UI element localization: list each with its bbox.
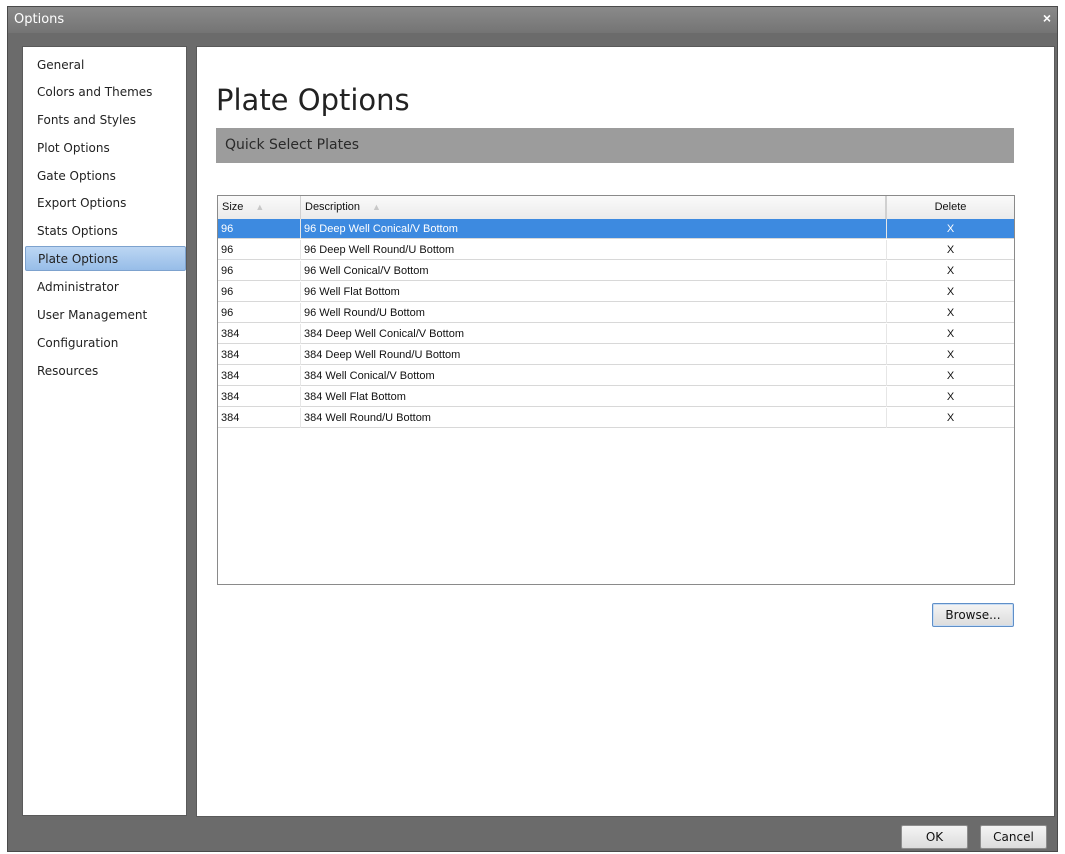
- sidebar-item-gate-options[interactable]: Gate Options: [25, 164, 186, 189]
- ok-button[interactable]: OK: [901, 825, 968, 849]
- column-header-delete[interactable]: Delete: [886, 196, 1014, 219]
- table-row[interactable]: 96 96 Deep Well Conical/V Bottom X: [218, 219, 1014, 239]
- sidebar-item-colors-and-themes[interactable]: Colors and Themes: [25, 80, 186, 105]
- cell-size: 384: [218, 387, 301, 407]
- column-header-size-label: Size: [222, 201, 244, 213]
- cell-size: 96: [218, 261, 301, 281]
- table-row[interactable]: 384 384 Well Round/U Bottom X: [218, 408, 1014, 428]
- delete-button[interactable]: X: [886, 387, 1014, 407]
- delete-button[interactable]: X: [886, 219, 1014, 239]
- delete-button[interactable]: X: [886, 324, 1014, 344]
- column-header-description[interactable]: Description ▲: [301, 196, 886, 219]
- cell-description: 96 Deep Well Conical/V Bottom: [304, 223, 458, 235]
- table-row[interactable]: 384 384 Deep Well Conical/V Bottom X: [218, 324, 1014, 344]
- cell-description: 384 Well Flat Bottom: [304, 391, 406, 403]
- cell-description: 96 Well Flat Bottom: [304, 286, 400, 298]
- delete-button[interactable]: X: [886, 261, 1014, 281]
- sort-arrow-icon: ▲: [372, 202, 381, 212]
- close-icon[interactable]: ×: [1043, 10, 1051, 26]
- sidebar-item-configuration[interactable]: Configuration: [25, 331, 186, 356]
- cell-description: 384 Deep Well Round/U Bottom: [304, 349, 461, 361]
- delete-button[interactable]: X: [886, 240, 1014, 260]
- cell-size: 96: [218, 303, 301, 323]
- cell-size: 384: [218, 408, 301, 428]
- browse-button[interactable]: Browse...: [932, 603, 1014, 627]
- table-row[interactable]: 384 384 Well Flat Bottom X: [218, 387, 1014, 407]
- cell-description: 384 Well Round/U Bottom: [304, 412, 431, 424]
- column-header-size[interactable]: Size ▲: [218, 196, 301, 219]
- title-bar[interactable]: Options ×: [8, 7, 1057, 33]
- sidebar-item-fonts-and-styles[interactable]: Fonts and Styles: [25, 108, 186, 133]
- table-row[interactable]: 96 96 Well Round/U Bottom X: [218, 303, 1014, 323]
- table-row[interactable]: 384 384 Well Conical/V Bottom X: [218, 366, 1014, 386]
- cell-size: 96: [218, 282, 301, 302]
- sidebar-item-export-options[interactable]: Export Options: [25, 191, 186, 216]
- cell-description: 384 Deep Well Conical/V Bottom: [304, 328, 464, 340]
- cell-description: 96 Well Conical/V Bottom: [304, 265, 429, 277]
- cancel-button[interactable]: Cancel: [980, 825, 1047, 849]
- sidebar-item-general[interactable]: General: [25, 53, 186, 78]
- page-title: Plate Options: [216, 83, 410, 117]
- delete-button[interactable]: X: [886, 408, 1014, 428]
- column-header-description-label: Description: [305, 201, 361, 213]
- grid-header: Size ▲ Description ▲ Delete: [218, 196, 1014, 220]
- cell-size: 96: [218, 240, 301, 260]
- sidebar-item-plate-options[interactable]: Plate Options: [25, 246, 186, 271]
- sidebar-item-user-management[interactable]: User Management: [25, 303, 186, 328]
- options-sidebar: General Colors and Themes Fonts and Styl…: [22, 46, 187, 816]
- cell-size: 384: [218, 366, 301, 386]
- delete-button[interactable]: X: [886, 282, 1014, 302]
- options-window: Options × General Colors and Themes Font…: [7, 6, 1058, 852]
- delete-button[interactable]: X: [886, 366, 1014, 386]
- table-row[interactable]: 384 384 Deep Well Round/U Bottom X: [218, 345, 1014, 365]
- cell-size: 384: [218, 345, 301, 365]
- sort-arrow-icon: ▲: [255, 202, 265, 212]
- cell-description: 384 Well Conical/V Bottom: [304, 370, 435, 382]
- delete-button[interactable]: X: [886, 345, 1014, 365]
- table-row[interactable]: 96 96 Well Flat Bottom X: [218, 282, 1014, 302]
- delete-button[interactable]: X: [886, 303, 1014, 323]
- table-row[interactable]: 96 96 Well Conical/V Bottom X: [218, 261, 1014, 281]
- sidebar-item-administrator[interactable]: Administrator: [25, 275, 186, 300]
- cell-size: 96: [218, 219, 301, 239]
- sidebar-item-plot-options[interactable]: Plot Options: [25, 136, 186, 161]
- cell-size: 384: [218, 324, 301, 344]
- sidebar-item-stats-options[interactable]: Stats Options: [25, 219, 186, 244]
- cell-description: 96 Well Round/U Bottom: [304, 307, 425, 319]
- cell-description: 96 Deep Well Round/U Bottom: [304, 244, 455, 256]
- section-header: Quick Select Plates: [216, 128, 1014, 163]
- plates-grid: Size ▲ Description ▲ Delete 96 96 Deep Wel…: [217, 195, 1015, 585]
- sidebar-item-resources[interactable]: Resources: [25, 359, 186, 384]
- table-row[interactable]: 96 96 Deep Well Round/U Bottom X: [218, 240, 1014, 260]
- window-title: Options: [14, 12, 65, 27]
- main-panel: Plate Options Quick Select Plates Size ▲ …: [196, 46, 1055, 817]
